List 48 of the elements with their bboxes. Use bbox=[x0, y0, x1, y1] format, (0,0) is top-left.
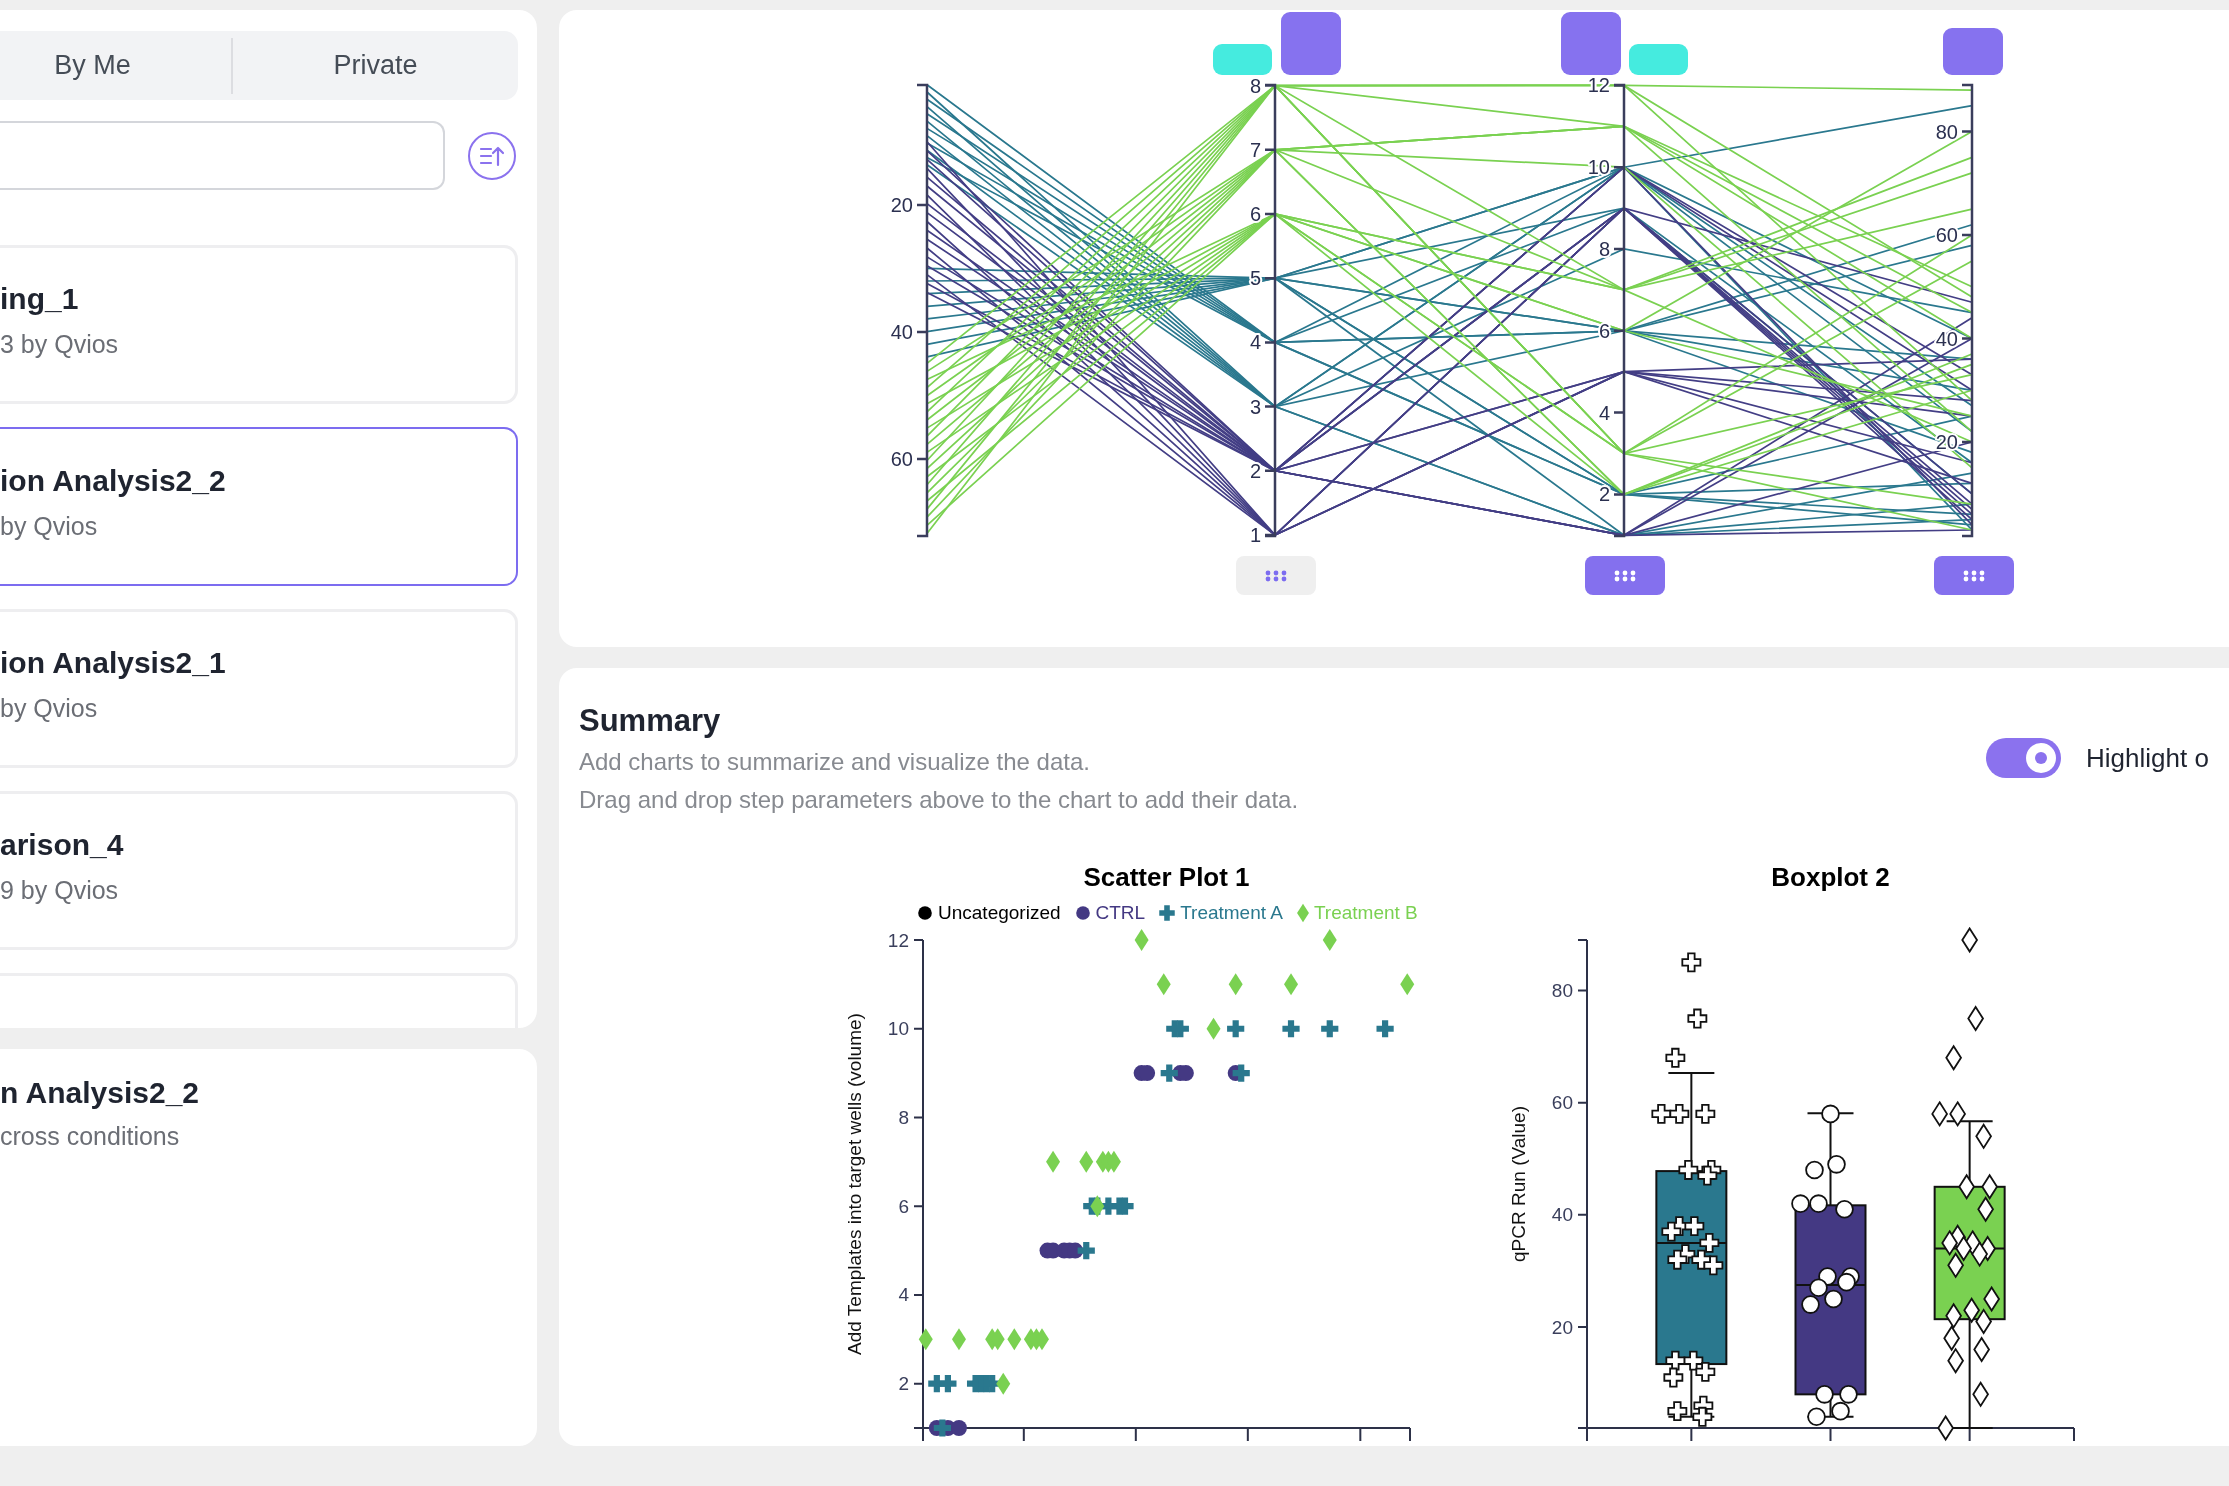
axis-tick-label: 2 bbox=[1598, 483, 1610, 506]
card-title: ion Analysis2_2 bbox=[0, 463, 226, 499]
axis-tick-label: 3 bbox=[1249, 395, 1261, 418]
y-tick-label: 80 bbox=[1551, 980, 1573, 1001]
y-tick-label: 12 bbox=[887, 929, 909, 951]
y-tick-label: 2 bbox=[898, 1373, 909, 1395]
axis-tick-label: 8 bbox=[1598, 238, 1610, 260]
axis-tick-label: 6 bbox=[1598, 319, 1610, 342]
y-axis-title: Add Templates into target wells (volume) bbox=[843, 1013, 865, 1355]
card-subtitle: by Qvios bbox=[0, 693, 98, 724]
chart-title: Boxplot 2 bbox=[1770, 861, 1891, 894]
y-tick-label: 20 bbox=[1551, 1316, 1573, 1338]
section-title: Summary bbox=[579, 702, 721, 740]
detail-title: n Analysis2_2 bbox=[0, 1075, 199, 1111]
chart-title: Scatter Plot 1 bbox=[1082, 861, 1251, 894]
card-title: ion Analysis2_1 bbox=[0, 645, 226, 681]
y-tick-label: 6 bbox=[898, 1195, 909, 1217]
y-tick-label: 40 bbox=[1551, 1204, 1573, 1226]
y-tick-label: 8 bbox=[898, 1106, 909, 1128]
y-tick-label: 10 bbox=[887, 1018, 909, 1040]
axis-tick-label: 1 bbox=[1249, 524, 1261, 546]
axis-tick-label: 40 bbox=[890, 321, 913, 343]
card-subtitle: 3 by Qvios bbox=[0, 329, 119, 360]
card-title: ing_1 bbox=[0, 281, 79, 317]
card-subtitle: 9 by Qvios bbox=[0, 875, 119, 906]
axis-tick-label: 80 bbox=[1935, 120, 1958, 143]
axis-tick-label: 4 bbox=[1598, 401, 1610, 424]
toggle-label: Highlight o bbox=[2086, 742, 2209, 774]
section-description: Drag and drop step parameters above to the chart to add their data. bbox=[579, 785, 1299, 815]
y-tick-label: 4 bbox=[898, 1284, 909, 1306]
axis-tick-label: 8 bbox=[1249, 74, 1261, 97]
axis-tick-label: 40 bbox=[1935, 327, 1958, 350]
legend-label: Treatment B bbox=[1313, 902, 1418, 924]
legend-label: Uncategorized bbox=[938, 902, 1061, 924]
axis-tick-label: 6 bbox=[1249, 203, 1261, 225]
y-axis-title: qPCR Run (Value) bbox=[1507, 1106, 1529, 1262]
axis-tick-label: 7 bbox=[1249, 138, 1261, 161]
section-description: Add charts to summarize and visualize the data. bbox=[579, 747, 1090, 777]
card-subtitle: by Qvios bbox=[0, 511, 98, 542]
detail-description: cross conditions bbox=[0, 1121, 180, 1152]
axis-tick-label: 4 bbox=[1249, 331, 1261, 354]
axis-tick-label: 2 bbox=[1249, 459, 1261, 482]
legend-label: Treatment A bbox=[1180, 902, 1283, 924]
y-tick-label: 60 bbox=[1551, 1092, 1573, 1114]
axis-tick-label: 20 bbox=[890, 194, 913, 216]
axis-tick-label: 60 bbox=[890, 448, 913, 470]
card-title: arison_4 bbox=[0, 827, 124, 863]
legend-label: CTRL bbox=[1095, 902, 1146, 924]
